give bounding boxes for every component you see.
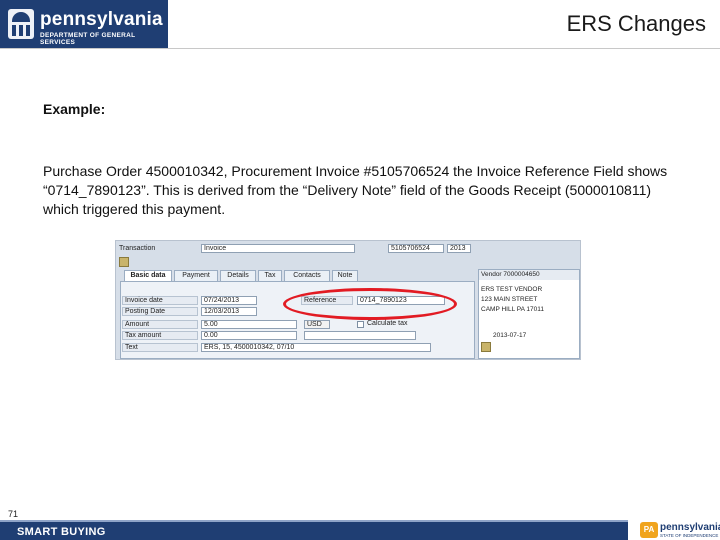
pa-logo-word: pennsylvania [660, 522, 720, 533]
tab-basic-data[interactable]: Basic data [124, 270, 172, 281]
text-field[interactable]: ERS, 15, 4500010342, 07/10 [201, 343, 431, 352]
vendor-title: Vendor 7000004650 [481, 271, 540, 278]
tab-payment[interactable]: Payment [174, 270, 218, 281]
calculate-tax-label: Calculate tax [367, 320, 408, 327]
slide-title: ERS Changes [566, 11, 706, 36]
posting-date-field[interactable]: 12/03/2013 [201, 307, 257, 316]
invoice-date-field[interactable]: 07/24/2013 [201, 296, 257, 305]
logo-name: pennsylvania [40, 9, 163, 30]
logo-subtitle: DEPARTMENT OF GENERAL SERVICES [40, 32, 136, 46]
transaction-label: Transaction [119, 245, 156, 252]
currency-field[interactable]: USD [304, 320, 330, 329]
tax-code-field[interactable] [304, 331, 416, 340]
explanation-paragraph: Purchase Order 4500010342, Procurement I… [43, 163, 668, 217]
slide-header: pennsylvania DEPARTMENT OF GENERAL SERVI… [0, 0, 720, 48]
tab-contacts[interactable]: Contacts [284, 270, 330, 281]
document-number-field[interactable]: 5105706524 [388, 244, 444, 253]
example-label: Example: [43, 101, 106, 117]
save-icon[interactable] [119, 257, 129, 267]
vendor-panel: Vendor 7000004650 ERS TEST VENDOR 123 MA… [478, 269, 580, 359]
vendor-line-1: ERS TEST VENDOR [481, 286, 543, 293]
pa-badge-icon: PA [640, 522, 658, 538]
amount-label: Amount [122, 320, 198, 329]
pa-logo-tagline: STATE OF INDEPENDENCE [660, 533, 719, 538]
vendor-line-4: 2013-07-17 [493, 332, 527, 339]
vendor-line-2: 123 MAIN STREET [481, 296, 538, 303]
text-label: Text [122, 343, 198, 352]
invoice-date-label: Invoice date [122, 296, 198, 305]
footer-program-name: SMART BUYING [17, 526, 106, 538]
tax-amount-label: Tax amount [122, 331, 198, 340]
posting-date-label: Posting Date [122, 307, 198, 316]
vendor-detail-icon[interactable] [481, 342, 491, 352]
header-divider [0, 48, 720, 49]
vendor-line-3: CAMP HILL PA 17011 [481, 306, 544, 313]
transaction-field[interactable]: Invoice [201, 244, 355, 253]
reference-highlight-ellipse [283, 288, 457, 320]
tab-note[interactable]: Note [332, 270, 358, 281]
fiscal-year-field[interactable]: 2013 [447, 244, 471, 253]
amount-field[interactable]: 5.00 [201, 320, 297, 329]
tax-amount-field[interactable]: 0.00 [201, 331, 297, 340]
dgs-logo: pennsylvania DEPARTMENT OF GENERAL SERVI… [0, 0, 168, 48]
pa-logo: PA pennsylvania STATE OF INDEPENDENCE [640, 521, 720, 539]
state-seal-icon [8, 9, 34, 39]
calculate-tax-checkbox[interactable] [357, 321, 364, 328]
page-number: 71 [8, 509, 19, 519]
tab-details[interactable]: Details [220, 270, 256, 281]
tab-tax[interactable]: Tax [258, 270, 282, 281]
